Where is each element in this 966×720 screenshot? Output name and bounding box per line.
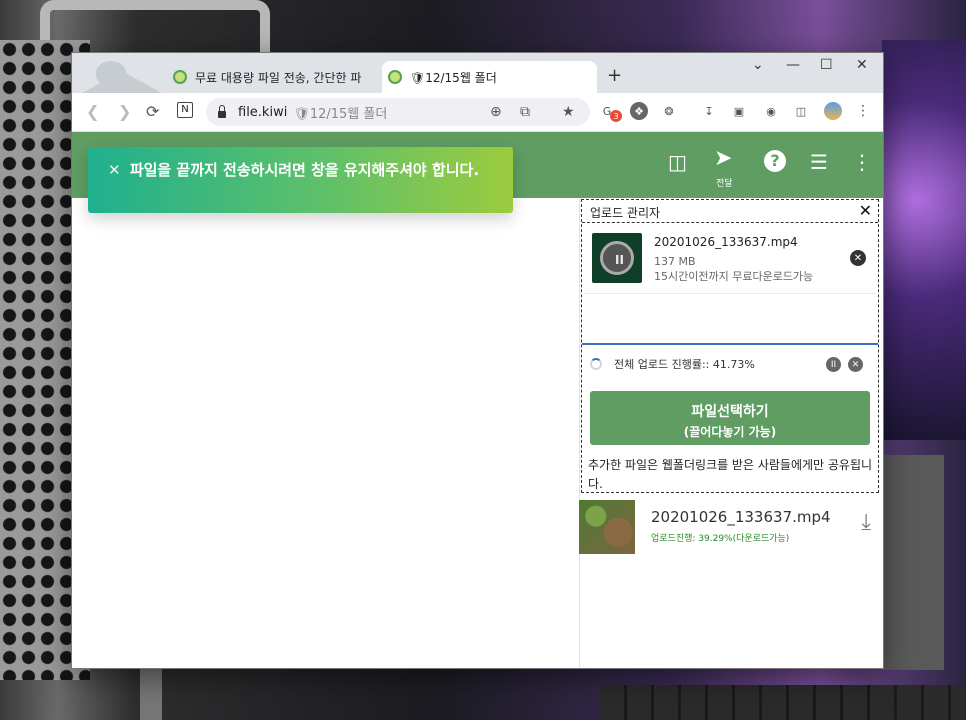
share-icon[interactable]: ➤ <box>714 146 732 171</box>
kiwi-favicon-icon <box>173 70 187 84</box>
select-file-label: 파일선택하기 <box>691 404 769 420</box>
drag-drop-hint: (끌어다놓기 가능) <box>683 425 777 439</box>
close-window-button[interactable]: ✕ <box>856 57 868 73</box>
tab-label: 🛡12/15웹 폴더 <box>410 70 497 85</box>
select-file-button[interactable]: 파일선택하기 (끌어다놓기 가능) <box>590 391 870 445</box>
tab-label: 무료 대용량 파일 전송, 간단한 파 <box>195 70 362 85</box>
reload-icon[interactable]: ⟳ <box>146 102 159 121</box>
tab-list-button[interactable]: ⌄ <box>752 57 764 73</box>
upload-file-size: 137 MB <box>654 255 696 268</box>
forward-icon[interactable]: ❯ <box>118 102 131 121</box>
overall-progress: 전체 업로드 진행률:: 41.73% II ✕ <box>590 354 872 374</box>
translate-icon[interactable]: ☰ <box>810 150 828 174</box>
new-tab-button[interactable]: + <box>607 65 622 86</box>
zoom-icon[interactable]: ⊕ <box>490 104 502 120</box>
upload-manager-title: 업로드 관리자 <box>590 206 661 220</box>
file-upload-status: 업로드진행: 39.29%(다운로드가능) <box>651 534 790 544</box>
notion-extension-icon[interactable]: N <box>177 102 193 118</box>
overall-progress-label: 전체 업로드 진행률:: 41.73% <box>614 358 755 371</box>
remove-file-button[interactable]: ✕ <box>850 250 866 266</box>
pause-icon: II <box>615 253 624 267</box>
address-bar[interactable]: file.kiwi 🛡12/15웹 폴더 ⊕ ⧉ ★ <box>206 98 590 126</box>
help-icon[interactable]: ? <box>764 150 786 172</box>
upload-file-expiry: 15시간이전까지 무료다운로드가능 <box>654 270 814 283</box>
monitor-stand <box>882 455 944 670</box>
toast-message: 파일을 끝까지 전송하시려면 창을 유지해주셔야 합니다. <box>129 161 480 179</box>
tab-web-folder[interactable]: 🛡12/15웹 폴더 <box>382 61 597 93</box>
keyboard <box>600 685 966 720</box>
install-app-icon[interactable]: ⧉ <box>520 104 530 120</box>
download-icon[interactable]: ⤓ <box>861 510 871 535</box>
maximize-button[interactable]: ☐ <box>820 57 833 73</box>
side-panel-icon[interactable]: ◫ <box>792 102 810 120</box>
back-icon[interactable]: ❮ <box>86 102 99 121</box>
screenshot-icon[interactable]: ◉ <box>762 102 780 120</box>
video-thumbnail: II <box>592 233 642 283</box>
video-thumbnail <box>579 500 635 554</box>
adblock-extension-icon[interactable]: ❖ <box>630 102 648 120</box>
wallpaper-monitor <box>882 40 966 440</box>
sharing-notice: 추가한 파일은 웹폴더링크를 받은 사람들에게만 공유됩니다. <box>588 458 873 491</box>
desk-pole <box>140 668 162 720</box>
toast-close-button[interactable]: ✕ <box>108 161 121 179</box>
url-page-title: 🛡12/15웹 폴더 <box>293 106 388 122</box>
keep-window-toast: ✕ 파일을 끝까지 전송하시려면 창을 유지해주셔야 합니다. <box>88 147 513 213</box>
upload-manager-panel: 업로드 관리자 ✕ II 20201026_133637.mp4 137 MB … <box>581 199 879 493</box>
extensions-puzzle-icon[interactable]: ❂ <box>660 102 678 120</box>
page-content: ◫ ➤ 전달 ? ☰ ⋮ ✕ 파일을 끝까지 전송하시려면 창을 유지해주셔야 … <box>72 132 883 668</box>
layout-toggle-icon[interactable]: ◫ <box>668 150 687 174</box>
browser-menu-icon[interactable]: ⋮ <box>854 102 872 120</box>
file-list-item[interactable]: 20201026_133637.mp4 업로드진행: 39.29%(다운로드가능… <box>579 498 881 556</box>
pause-upload-button[interactable]: II <box>600 241 634 275</box>
share-label: 전달 <box>716 179 733 189</box>
spinner-icon <box>590 358 602 370</box>
profile-avatar[interactable] <box>824 102 842 120</box>
cancel-all-button[interactable]: ✕ <box>848 357 863 372</box>
toolbar: ❮ ❯ ⟳ N file.kiwi 🛡12/15웹 폴더 ⊕ ⧉ ★ G 3 ❖… <box>72 93 883 132</box>
more-menu-icon[interactable]: ⋮ <box>852 150 872 174</box>
download-icon[interactable]: ↧ <box>700 102 718 120</box>
file-name: 20201026_133637.mp4 <box>651 508 831 526</box>
drop-zone[interactable] <box>582 293 878 345</box>
kiwi-favicon-icon <box>388 70 402 84</box>
upload-manager-close-button[interactable]: ✕ <box>859 201 872 220</box>
upload-file-name: 20201026_133637.mp4 <box>654 235 798 249</box>
minimize-button[interactable]: — <box>786 57 800 73</box>
bookmark-star-icon[interactable]: ★ <box>562 104 575 120</box>
panel-divider <box>579 198 580 668</box>
url-host: file.kiwi <box>238 104 288 120</box>
pause-all-button[interactable]: II <box>826 357 841 372</box>
lock-icon <box>218 104 226 118</box>
camera-icon[interactable]: ▣ <box>730 102 748 120</box>
extension-badge: 3 <box>610 110 622 122</box>
upload-file-item: II 20201026_133637.mp4 137 MB 15시간이전까지 무… <box>582 222 878 294</box>
tab-strip: 무료 대용량 파일 전송, 간단한 파 🛡12/15웹 폴더 + ⌄ — ☐ ✕ <box>72 53 883 93</box>
browser-window: 무료 대용량 파일 전송, 간단한 파 🛡12/15웹 폴더 + ⌄ — ☐ ✕… <box>72 53 883 668</box>
tab-file-transfer[interactable]: 무료 대용량 파일 전송, 간단한 파 <box>167 61 377 93</box>
bird-icon <box>96 61 126 85</box>
